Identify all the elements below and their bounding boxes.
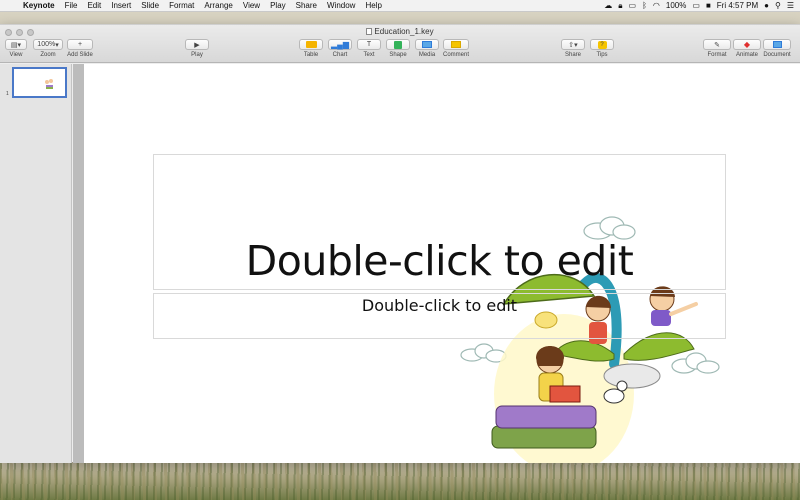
slide-canvas: Double-click to edit Double-click to edi… bbox=[73, 64, 800, 463]
menu-file[interactable]: File bbox=[60, 1, 83, 10]
animate-icon[interactable]: ◆ bbox=[733, 39, 761, 50]
toolbar: Education_1.key ▤▾ View 100% ▾ Zoom + Add… bbox=[0, 25, 800, 63]
menu-insert[interactable]: Insert bbox=[106, 1, 136, 10]
slide[interactable]: Double-click to edit Double-click to edi… bbox=[84, 64, 800, 463]
paintbrush-icon[interactable]: ✎ bbox=[703, 39, 731, 50]
tips-icon[interactable]: ? bbox=[590, 39, 614, 50]
media-icon[interactable] bbox=[415, 39, 439, 50]
share-label: Share bbox=[564, 52, 581, 58]
share-button[interactable]: ⇧▾ Share bbox=[561, 39, 585, 58]
play-icon[interactable]: ▶ bbox=[185, 39, 209, 50]
subtitle-placeholder-text: Double-click to edit bbox=[361, 296, 518, 315]
shape-icon[interactable] bbox=[386, 39, 410, 50]
battery-percent[interactable]: 100% bbox=[666, 1, 686, 10]
menu-help[interactable]: Help bbox=[360, 1, 386, 10]
menu-arrange[interactable]: Arrange bbox=[199, 1, 237, 10]
menubar: Keynote File Edit Insert Slide Format Ar… bbox=[0, 0, 800, 12]
shape-label: Shape bbox=[389, 52, 407, 58]
play-button[interactable]: ▶ Play bbox=[185, 39, 209, 58]
menu-share[interactable]: Share bbox=[291, 1, 322, 10]
shape-button[interactable]: Shape bbox=[386, 39, 410, 58]
comment-label: Comment bbox=[443, 52, 470, 58]
chart-button[interactable]: ▂▄▆ Chart bbox=[328, 39, 352, 58]
cloud-icon[interactable]: ☁ bbox=[604, 1, 612, 10]
slide-thumbnail[interactable] bbox=[12, 67, 67, 98]
menu-app-name[interactable]: Keynote bbox=[18, 1, 60, 10]
zoom-select[interactable]: 100% ▾ bbox=[33, 39, 63, 50]
menu-view[interactable]: View bbox=[238, 1, 265, 10]
title-placeholder-text: Double-click to edit bbox=[245, 237, 634, 285]
notification-center-icon[interactable]: ☰ bbox=[787, 1, 794, 10]
media-label: Media bbox=[418, 52, 436, 58]
comment-button[interactable]: Comment bbox=[443, 39, 469, 58]
table-icon[interactable] bbox=[299, 39, 323, 50]
animate-button[interactable]: ◆ Animate bbox=[733, 39, 761, 58]
menu-play[interactable]: Play bbox=[265, 1, 291, 10]
document-title: Education_1.key bbox=[0, 27, 800, 36]
thumbnail-illustration-icon bbox=[45, 79, 53, 89]
keynote-window: Education_1.key ▤▾ View 100% ▾ Zoom + Add… bbox=[0, 24, 800, 463]
clock[interactable]: Fri 4:57 PM bbox=[717, 1, 758, 10]
menu-slide[interactable]: Slide bbox=[136, 1, 164, 10]
tips-label: Tips bbox=[596, 52, 608, 58]
slide-number: 1 bbox=[6, 91, 9, 97]
keynote-file-icon bbox=[366, 28, 373, 35]
share-icon[interactable]: ⇧▾ bbox=[561, 39, 585, 50]
plus-icon[interactable]: + bbox=[67, 39, 93, 50]
user-icon[interactable]: ● bbox=[764, 1, 769, 10]
title-placeholder[interactable]: Double-click to edit bbox=[153, 154, 726, 290]
battery-icon[interactable]: ▭ bbox=[692, 1, 700, 10]
zoom-value: 100% bbox=[37, 41, 56, 48]
play-label: Play bbox=[191, 52, 203, 58]
menu-edit[interactable]: Edit bbox=[82, 1, 106, 10]
search-icon[interactable]: ⚲ bbox=[775, 1, 781, 10]
text-icon[interactable]: T bbox=[357, 39, 381, 50]
keyboard-icon[interactable]: ▭ bbox=[629, 1, 637, 10]
format-button[interactable]: ✎ Format bbox=[703, 39, 731, 58]
lock-icon[interactable]: 🔒︎ bbox=[618, 1, 622, 11]
cloud-icon bbox=[460, 343, 507, 363]
view-icon[interactable]: ▤▾ bbox=[5, 39, 27, 50]
media-button[interactable]: Media bbox=[415, 39, 439, 58]
comment-icon[interactable] bbox=[443, 39, 469, 50]
text-label: Text bbox=[363, 52, 375, 58]
document-title-text: Education_1.key bbox=[374, 27, 434, 36]
bluetooth-icon[interactable]: ᛒ bbox=[642, 1, 647, 10]
document-label: Document bbox=[763, 52, 791, 58]
table-label: Table bbox=[303, 52, 319, 58]
chart-label: Chart bbox=[332, 52, 348, 58]
document-button[interactable]: Document bbox=[763, 39, 791, 58]
zoom-label: Zoom bbox=[40, 52, 56, 58]
view-button[interactable]: ▤▾ View bbox=[5, 39, 27, 58]
add-slide-label: Add Slide bbox=[67, 52, 93, 58]
zoom-control[interactable]: 100% ▾ Zoom bbox=[33, 39, 63, 58]
add-slide-button[interactable]: + Add Slide bbox=[67, 39, 93, 58]
animate-label: Animate bbox=[735, 52, 758, 58]
format-label: Format bbox=[707, 52, 727, 58]
slide-navigator: 1 bbox=[0, 64, 72, 463]
table-button[interactable]: Table bbox=[299, 39, 323, 58]
chevron-down-icon: ▾ bbox=[55, 41, 59, 49]
cloud-icon bbox=[671, 352, 720, 374]
menu-format[interactable]: Format bbox=[164, 1, 199, 10]
document-icon[interactable] bbox=[763, 39, 791, 50]
wifi-icon[interactable]: ◠ bbox=[653, 1, 660, 10]
desktop-wallpaper bbox=[0, 462, 800, 500]
subtitle-placeholder[interactable]: Double-click to edit bbox=[153, 293, 726, 339]
view-label: View bbox=[9, 52, 23, 58]
text-button[interactable]: T Text bbox=[357, 39, 381, 58]
shortcuts-icon[interactable]: ■ bbox=[706, 1, 711, 10]
menu-window[interactable]: Window bbox=[322, 1, 360, 10]
chart-icon[interactable]: ▂▄▆ bbox=[328, 39, 352, 50]
tips-button[interactable]: ? Tips bbox=[590, 39, 614, 58]
